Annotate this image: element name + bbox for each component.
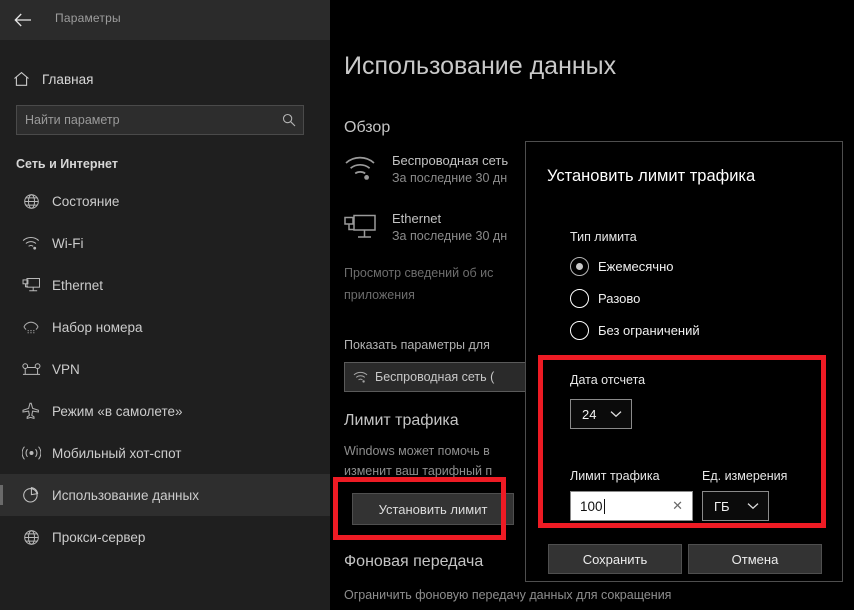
set-data-limit-dialog: Установить лимит трафика Тип лимита Ежем… (525, 141, 843, 582)
pie-chart-icon (16, 486, 46, 504)
view-details-line1[interactable]: Просмотр сведений об ис (344, 266, 493, 280)
overview-heading: Обзор (344, 119, 391, 136)
background-heading: Фоновая передача (344, 553, 484, 570)
network-name: Беспроводная сеть (392, 153, 509, 168)
sidebar-nav: Состояние Wi-Fi Ethernet Набор номера VP… (0, 180, 330, 558)
search-input[interactable] (17, 106, 275, 134)
reset-date-label: Дата отсчета (570, 373, 646, 387)
sidebar-item-wifi[interactable]: Wi-Fi (0, 222, 330, 264)
radio-label: Разово (598, 291, 641, 306)
sidebar: Главная Сеть и Интернет (0, 40, 330, 610)
limit-desc-line1: Windows может помочь в (344, 444, 490, 458)
wifi-icon (16, 236, 46, 251)
sidebar-item-label: Wi-Fi (52, 235, 84, 251)
search-box[interactable] (16, 105, 304, 135)
sidebar-item-home[interactable]: Главная (0, 62, 330, 96)
set-limit-button[interactable]: Установить лимит (352, 493, 514, 525)
sidebar-item-label: Использование данных (52, 487, 199, 503)
window-title: Параметры (55, 11, 121, 25)
wifi-icon (344, 155, 376, 188)
sidebar-home-label: Главная (42, 71, 94, 87)
sidebar-item-label: Прокси-сервер (52, 529, 146, 545)
cancel-button[interactable]: Отмена (688, 544, 822, 574)
settings-window: Параметры Главная Сеть и Интернет (0, 0, 854, 610)
back-button[interactable] (8, 6, 38, 34)
limit-desc-line2: изменит ваш тарифный п (344, 464, 493, 478)
globe-icon (16, 529, 46, 546)
network-subtitle: За последние 30 дн (392, 171, 508, 185)
save-button[interactable]: Сохранить (548, 544, 682, 574)
vpn-icon (16, 362, 46, 376)
reset-date-dropdown[interactable]: 24 (570, 399, 632, 429)
radio-button-icon (570, 321, 589, 340)
wifi-icon (345, 371, 375, 384)
ethernet-icon (16, 277, 46, 293)
sidebar-item-label: VPN (52, 361, 80, 377)
sidebar-item-ethernet[interactable]: Ethernet (0, 264, 330, 306)
traffic-limit-label: Лимит трафика (570, 469, 660, 483)
sidebar-item-status[interactable]: Состояние (0, 180, 330, 222)
unit-value: ГБ (714, 498, 730, 514)
dialup-icon (16, 319, 46, 335)
clear-x-icon[interactable]: ✕ (672, 498, 683, 514)
title-bar: Параметры (0, 0, 330, 40)
network-name: Ethernet (392, 211, 442, 226)
sidebar-section-header: Сеть и Интернет (16, 157, 118, 171)
sidebar-item-vpn[interactable]: VPN (0, 348, 330, 390)
sidebar-item-airplane-mode[interactable]: Режим «в самолете» (0, 390, 330, 432)
network-subtitle: За последние 30 дн (392, 229, 508, 243)
sidebar-item-label: Мобильный хот-спот (52, 445, 182, 461)
show-settings-label: Показать параметры для (344, 338, 490, 352)
dialog-title: Установить лимит трафика (547, 167, 756, 185)
sidebar-item-proxy[interactable]: Прокси-сервер (0, 516, 330, 558)
back-arrow-icon (14, 13, 32, 27)
airplane-icon (16, 402, 46, 420)
limit-heading: Лимит трафика (344, 412, 459, 429)
radio-label: Ежемесячно (598, 259, 674, 274)
chevron-down-icon (610, 410, 622, 418)
chevron-down-icon (747, 502, 759, 510)
ethernet-icon (344, 213, 376, 246)
traffic-limit-value: 100 (580, 498, 603, 514)
home-icon (0, 71, 42, 87)
page-title: Использование данных (344, 52, 617, 80)
sidebar-item-data-usage[interactable]: Использование данных (0, 474, 330, 516)
traffic-limit-input[interactable]: 100 ✕ (570, 491, 693, 521)
limit-type-label: Тип лимита (570, 230, 637, 244)
radio-button-icon (570, 257, 589, 276)
radio-one-time[interactable]: Разово (570, 289, 640, 308)
globe-icon (16, 193, 46, 210)
radio-unlimited[interactable]: Без ограничений (570, 321, 700, 340)
hotspot-icon (16, 445, 46, 461)
sidebar-item-dialup[interactable]: Набор номера (0, 306, 330, 348)
view-details-line2[interactable]: приложения (344, 288, 415, 302)
sidebar-item-label: Ethernet (52, 277, 104, 293)
sidebar-item-label: Состояние (52, 193, 120, 209)
sidebar-item-mobile-hotspot[interactable]: Мобильный хот-спот (0, 432, 330, 474)
radio-monthly[interactable]: Ежемесячно (570, 257, 674, 276)
search-icon[interactable] (275, 113, 303, 127)
background-desc: Ограничить фоновую передачу данных для с… (344, 588, 672, 602)
sidebar-item-label: Набор номера (52, 319, 143, 335)
reset-date-value: 24 (582, 406, 597, 422)
unit-dropdown[interactable]: ГБ (702, 491, 769, 521)
sidebar-item-label: Режим «в самолете» (52, 403, 183, 419)
unit-label: Ед. измерения (702, 469, 788, 483)
network-selector-value: Беспроводная сеть ( (375, 370, 495, 384)
radio-label: Без ограничений (598, 323, 700, 338)
radio-button-icon (570, 289, 589, 308)
